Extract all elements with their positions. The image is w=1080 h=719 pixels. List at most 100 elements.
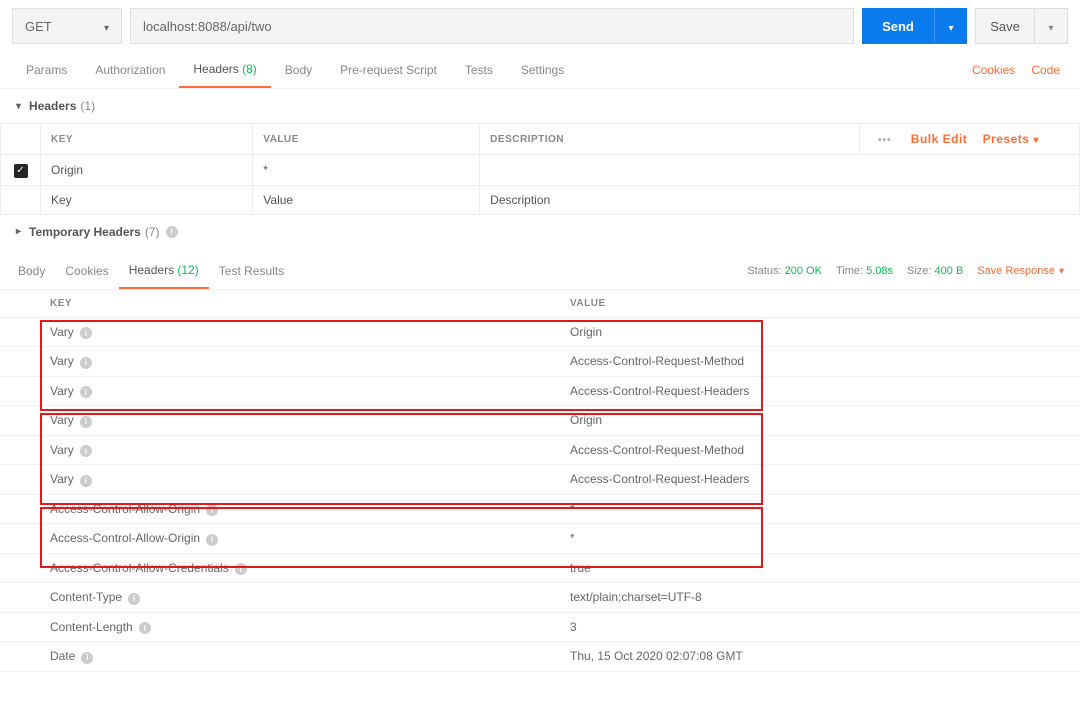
description-placeholder[interactable]: Description <box>480 185 1080 214</box>
resp-cell-value: Origin <box>560 406 1080 436</box>
info-icon[interactable]: i <box>139 622 151 634</box>
request-bar: GET localhost:8088/api/two Send Save <box>0 0 1080 52</box>
cell-description[interactable] <box>480 155 1080 186</box>
resp-cell-value: Access-Control-Request-Method <box>560 435 1080 465</box>
table-row: VaryiOrigin <box>0 317 1080 347</box>
chevron-down-icon <box>948 19 953 34</box>
save-dropdown-button[interactable] <box>1035 8 1068 44</box>
more-options-icon[interactable]: ••• <box>870 135 900 146</box>
resp-tab-body[interactable]: Body <box>8 254 55 288</box>
info-icon[interactable]: i <box>206 504 218 516</box>
code-link[interactable]: Code <box>1023 53 1068 87</box>
request-headers-table: KEY VALUE DESCRIPTION ••• Bulk Edit Pres… <box>0 123 1080 215</box>
checkbox-col-header <box>1 124 41 155</box>
tab-headers-count: (8) <box>242 62 257 76</box>
info-icon[interactable]: i <box>80 416 92 428</box>
resp-cell-value: text/plain;charset=UTF-8 <box>560 583 1080 613</box>
size-label: Size: <box>907 265 931 277</box>
col-key: KEY <box>41 124 253 155</box>
table-row: VaryiAccess-Control-Request-Method <box>0 347 1080 377</box>
resp-tab-headers-count: (12) <box>177 263 198 277</box>
resp-cell-value: 3 <box>560 612 1080 642</box>
info-icon[interactable]: i <box>81 652 93 664</box>
resp-tab-headers[interactable]: Headers (12) <box>119 253 209 289</box>
table-row: VaryiAccess-Control-Request-Headers <box>0 465 1080 495</box>
http-method-select[interactable]: GET <box>12 8 122 44</box>
temporary-headers-count: (7) <box>145 225 160 239</box>
caret-down-icon <box>16 101 21 112</box>
tab-prerequest[interactable]: Pre-request Script <box>326 53 451 87</box>
info-icon[interactable]: i <box>80 327 92 339</box>
table-row: VaryiAccess-Control-Request-Method <box>0 435 1080 465</box>
send-button[interactable]: Send <box>862 8 934 44</box>
chevron-down-icon <box>1059 265 1064 277</box>
tab-tests[interactable]: Tests <box>451 53 507 87</box>
request-tabs: Params Authorization Headers (8) Body Pr… <box>0 52 1080 89</box>
tab-body[interactable]: Body <box>271 53 326 87</box>
resp-col-value: VALUE <box>560 290 1080 318</box>
save-response-dropdown[interactable]: Save Response <box>977 265 1064 277</box>
url-value: localhost:8088/api/two <box>143 19 272 34</box>
resp-col-key: KEY <box>40 290 560 318</box>
temporary-headers-toggle[interactable]: Temporary Headers (7) i <box>0 215 1080 249</box>
status-label: Status: <box>747 265 781 277</box>
table-row: DateiThu, 15 Oct 2020 02:07:08 GMT <box>0 642 1080 672</box>
chevron-down-icon <box>1048 19 1053 34</box>
resp-cell-value: Origin <box>560 317 1080 347</box>
send-dropdown-button[interactable] <box>934 8 967 44</box>
resp-cell-value: Thu, 15 Oct 2020 02:07:08 GMT <box>560 642 1080 672</box>
headers-section-count: (1) <box>80 99 95 113</box>
tab-settings[interactable]: Settings <box>507 53 578 87</box>
table-row: VaryiOrigin <box>0 406 1080 436</box>
table-row-placeholder[interactable]: Key Value Description <box>1 185 1080 214</box>
info-icon[interactable]: i <box>80 445 92 457</box>
status-value: 200 OK <box>785 265 822 277</box>
save-response-label: Save Response <box>977 265 1055 277</box>
row-checkbox[interactable]: ✓ <box>14 164 28 178</box>
info-icon[interactable]: i <box>235 563 247 575</box>
info-icon[interactable]: i <box>80 475 92 487</box>
response-headers-table: KEY VALUE VaryiOriginVaryiAccess-Control… <box>0 290 1080 672</box>
resp-cell-key: Varyi <box>40 347 560 377</box>
table-row: VaryiAccess-Control-Request-Headers <box>0 376 1080 406</box>
resp-cell-key: Datei <box>40 642 560 672</box>
info-icon[interactable]: i <box>128 593 140 605</box>
save-button[interactable]: Save <box>975 8 1035 44</box>
resp-tab-cookies[interactable]: Cookies <box>55 254 118 288</box>
info-icon[interactable]: i <box>166 226 178 238</box>
table-row[interactable]: ✓ Origin * <box>1 155 1080 186</box>
tab-params[interactable]: Params <box>12 53 81 87</box>
headers-section-toggle[interactable]: Headers (1) <box>0 89 1080 123</box>
cell-key[interactable]: Origin <box>41 155 253 186</box>
http-method-value: GET <box>25 19 52 34</box>
resp-cell-value: * <box>560 524 1080 554</box>
resp-cell-key: Access-Control-Allow-Origini <box>40 494 560 524</box>
table-row: Access-Control-Allow-Origini* <box>0 524 1080 554</box>
presets-dropdown[interactable]: Presets <box>979 132 1043 146</box>
col-description: DESCRIPTION <box>480 124 860 155</box>
resp-cell-key: Access-Control-Allow-Credentialsi <box>40 553 560 583</box>
value-placeholder[interactable]: Value <box>253 185 480 214</box>
col-value: VALUE <box>253 124 480 155</box>
resp-cell-value: Access-Control-Request-Headers <box>560 376 1080 406</box>
chevron-down-icon <box>104 19 109 34</box>
info-icon[interactable]: i <box>80 386 92 398</box>
tab-headers[interactable]: Headers (8) <box>179 52 270 88</box>
col-actions: ••• Bulk Edit Presets <box>860 124 1080 155</box>
cell-value[interactable]: * <box>253 155 480 186</box>
resp-tab-test-results[interactable]: Test Results <box>209 254 294 288</box>
resp-cell-value: true <box>560 553 1080 583</box>
headers-section-title: Headers <box>29 99 76 113</box>
tab-authorization[interactable]: Authorization <box>81 53 179 87</box>
chevron-down-icon <box>1033 132 1039 146</box>
cookies-link[interactable]: Cookies <box>964 53 1023 87</box>
response-tabs: Body Cookies Headers (12) Test Results S… <box>0 253 1080 290</box>
size-value: 400 B <box>935 265 964 277</box>
resp-cell-key: Access-Control-Allow-Origini <box>40 524 560 554</box>
bulk-edit-link[interactable]: Bulk Edit <box>903 132 976 146</box>
key-placeholder[interactable]: Key <box>41 185 253 214</box>
info-icon[interactable]: i <box>206 534 218 546</box>
info-icon[interactable]: i <box>80 357 92 369</box>
url-input[interactable]: localhost:8088/api/two <box>130 8 854 44</box>
presets-label: Presets <box>983 132 1030 146</box>
